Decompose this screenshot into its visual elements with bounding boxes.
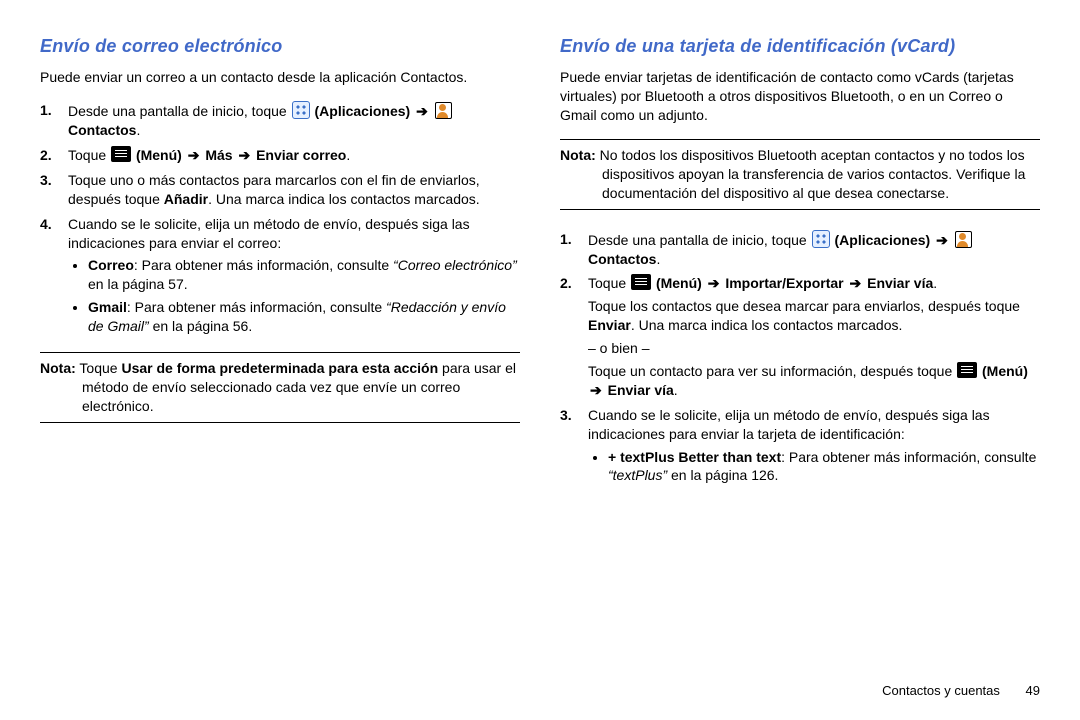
step-text-cont: . Una marca indica los contactos marcado… xyxy=(208,191,480,207)
page-number: 49 xyxy=(1026,683,1040,698)
right-intro: Puede enviar tarjetas de identificación … xyxy=(560,68,1040,125)
period: . xyxy=(656,251,660,267)
apps-icon xyxy=(292,101,310,119)
step-number: 4. xyxy=(40,215,52,234)
period: . xyxy=(933,275,937,291)
step-2-para: Toque los contactos que desea marcar par… xyxy=(588,297,1040,335)
step-text: Toque los contactos que desea marcar par… xyxy=(588,298,1020,314)
arrow-icon: ➔ xyxy=(238,147,250,163)
contact-icon xyxy=(955,231,972,248)
page-footer: Contactos y cuentas 49 xyxy=(40,678,1040,700)
step-number: 1. xyxy=(560,230,572,249)
footer-section: Contactos y cuentas xyxy=(882,683,1000,698)
arrow-icon: ➔ xyxy=(708,275,720,291)
enviar-via-label: Enviar vía xyxy=(608,382,674,398)
bullet-gmail: Gmail: Para obtener más información, con… xyxy=(88,298,520,336)
note-label: Nota: xyxy=(40,360,76,376)
right-step-3-bullets: + textPlus Better than text: Para obtene… xyxy=(588,448,1040,486)
right-step-2: 2. Toque (Menú) ➔ Importar/Exportar ➔ En… xyxy=(560,274,1040,399)
bullet-correo: Correo: Para obtener más información, co… xyxy=(88,256,520,294)
bullet-text: : Para obtener más información, consulte xyxy=(134,257,393,273)
arrow-icon: ➔ xyxy=(936,232,948,248)
period: . xyxy=(346,147,350,163)
cross-ref: “textPlus” xyxy=(608,467,667,483)
menu-icon xyxy=(957,362,977,378)
right-steps: 1. Desde una pantalla de inicio, toque (… xyxy=(560,224,1040,492)
cross-ref: “Correo electrónico” xyxy=(393,257,517,273)
left-step-2: 2. Toque (Menú) ➔ Más ➔ Enviar correo. xyxy=(40,146,520,165)
arrow-icon: ➔ xyxy=(416,103,428,119)
enviar-via-label: Enviar vía xyxy=(867,275,933,291)
left-step-4-bullets: Correo: Para obtener más información, co… xyxy=(68,256,520,336)
bullet-text-cont: en la página 126. xyxy=(667,467,778,483)
arrow-icon: ➔ xyxy=(590,382,602,398)
step-text-cont: . Una marca indica los contactos marcado… xyxy=(631,317,903,333)
step-number: 2. xyxy=(560,274,572,293)
step-number: 3. xyxy=(560,406,572,425)
left-step-3: 3. Toque uno o más contactos para marcar… xyxy=(40,171,520,209)
left-note: Nota: Toque Usar de forma predeterminada… xyxy=(40,352,520,423)
importar-exportar-label: Importar/Exportar xyxy=(725,275,843,291)
left-column: Envío de correo electrónico Puede enviar… xyxy=(40,30,520,678)
right-heading: Envío de una tarjeta de identificación (… xyxy=(560,34,1040,58)
period: . xyxy=(136,122,140,138)
step-number: 3. xyxy=(40,171,52,190)
bullet-text-cont: en la página 57. xyxy=(88,276,188,292)
bullet-text: : Para obtener más información, consulte xyxy=(127,299,386,315)
step-text: Toque xyxy=(68,147,110,163)
two-column-layout: Envío de correo electrónico Puede enviar… xyxy=(40,30,1040,678)
menu-label: (Menú) xyxy=(656,275,702,291)
right-step-1: 1. Desde una pantalla de inicio, toque (… xyxy=(560,230,1040,269)
contact-icon xyxy=(435,102,452,119)
manual-page: Envío de correo electrónico Puede enviar… xyxy=(0,0,1080,720)
enviar-correo-label: Enviar correo xyxy=(256,147,346,163)
note-bold: Usar de forma predeterminada para esta a… xyxy=(121,360,438,376)
apps-label: (Aplicaciones) xyxy=(315,103,411,119)
menu-icon xyxy=(631,274,651,290)
menu-label: (Menú) xyxy=(136,147,182,163)
bullet-text: : Para obtener más información, consulte xyxy=(781,449,1036,465)
right-column: Envío de una tarjeta de identificación (… xyxy=(560,30,1040,678)
left-intro: Puede enviar un correo a un contacto des… xyxy=(40,68,520,87)
arrow-icon: ➔ xyxy=(188,147,200,163)
bullet-label: Correo xyxy=(88,257,134,273)
note-label: Nota: xyxy=(560,147,596,163)
note-text: No todos los dispositivos Bluetooth acep… xyxy=(596,147,1026,201)
step-2-alt: Toque un contacto para ver su informació… xyxy=(588,362,1040,400)
apps-icon xyxy=(812,230,830,248)
anadir-label: Añadir xyxy=(164,191,208,207)
step-text: Cuando se le solicite, elija un método d… xyxy=(588,407,990,442)
step-text: Desde una pantalla de inicio, toque xyxy=(68,103,291,119)
right-step-3: 3. Cuando se le solicite, elija un métod… xyxy=(560,406,1040,486)
right-note-1: Nota: No todos los dispositivos Bluetoot… xyxy=(560,139,1040,210)
step-text: Toque xyxy=(588,275,630,291)
step-number: 2. xyxy=(40,146,52,165)
step-text: Cuando se le solicite, elija un método d… xyxy=(68,216,470,251)
mas-label: Más xyxy=(205,147,232,163)
step-number: 1. xyxy=(40,101,52,120)
left-step-4: 4. Cuando se le solicite, elija un métod… xyxy=(40,215,520,336)
period: . xyxy=(674,382,678,398)
apps-label: (Aplicaciones) xyxy=(835,232,931,248)
step-text: Desde una pantalla de inicio, toque xyxy=(588,232,811,248)
bullet-text-cont: en la página 56. xyxy=(149,318,253,334)
note-text: Toque xyxy=(76,360,122,376)
or-divider: – o bien – xyxy=(588,339,1040,358)
left-step-1: 1. Desde una pantalla de inicio, toque (… xyxy=(40,101,520,140)
step-text: Toque un contacto para ver su informació… xyxy=(588,363,956,379)
menu-icon xyxy=(111,146,131,162)
contacts-label: Contactos xyxy=(68,122,136,138)
bullet-textplus: + textPlus Better than text: Para obtene… xyxy=(608,448,1040,486)
enviar-label: Enviar xyxy=(588,317,631,333)
left-heading: Envío de correo electrónico xyxy=(40,34,520,58)
bullet-label: Gmail xyxy=(88,299,127,315)
left-steps: 1. Desde una pantalla de inicio, toque (… xyxy=(40,95,520,342)
arrow-icon: ➔ xyxy=(849,275,861,291)
bullet-label: + textPlus Better than text xyxy=(608,449,781,465)
contacts-label: Contactos xyxy=(588,251,656,267)
menu-label: (Menú) xyxy=(982,363,1028,379)
